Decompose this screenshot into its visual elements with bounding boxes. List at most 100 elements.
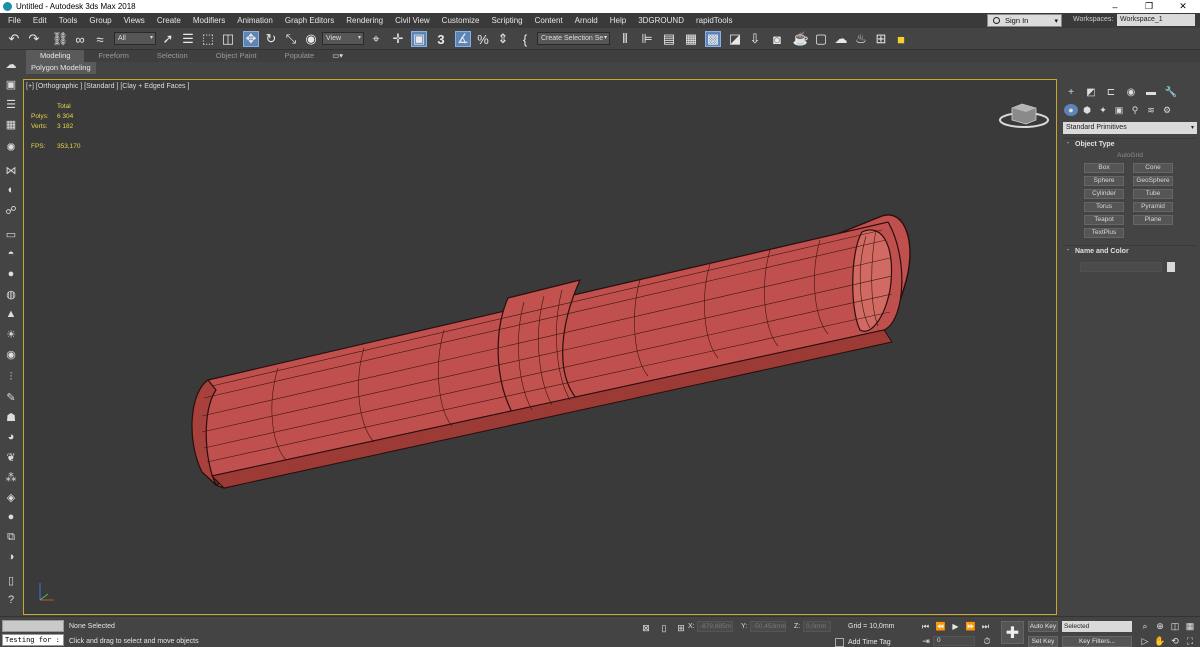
light-bulb-icon[interactable]: ✺	[3, 140, 19, 154]
menu-3dground[interactable]: 3DGROUND	[632, 16, 690, 25]
select-and-scale-icon[interactable]: ⤡	[283, 31, 299, 47]
next-frame-icon[interactable]: ⏩	[965, 621, 976, 632]
select-object-icon[interactable]: ➚	[160, 31, 176, 47]
scene-explorer-icon[interactable]: ▤	[661, 31, 677, 47]
geometry-icon[interactable]: ●	[1064, 104, 1078, 116]
texture-icon[interactable]: ◈	[3, 490, 19, 504]
key-filters-button[interactable]: Key Filters...	[1062, 636, 1132, 647]
menu-edit[interactable]: Edit	[27, 16, 53, 25]
y-coordinate-field[interactable]: -50,453mm	[750, 621, 786, 632]
textplus-button[interactable]: TextPlus	[1084, 228, 1124, 238]
box-button[interactable]: Box	[1084, 163, 1124, 173]
toggle-ribbon-icon[interactable]: ▩	[705, 31, 721, 47]
window-crossing-icon[interactable]: ◫	[220, 31, 236, 47]
minimize-button[interactable]: –	[1098, 0, 1132, 13]
menu-views[interactable]: Views	[118, 16, 151, 25]
people-icon[interactable]: ☍	[3, 203, 19, 217]
help-icon[interactable]: ?	[3, 593, 19, 607]
percent-snap-icon[interactable]: %	[475, 31, 491, 47]
time-tag-icon[interactable]	[835, 638, 844, 647]
set-key-button[interactable]: Set Key	[1028, 636, 1058, 647]
a360-gallery-icon[interactable]: ■	[893, 31, 909, 47]
zoom-extents-icon[interactable]: ◫	[1169, 620, 1181, 632]
zoom-all-icon[interactable]: ⊕	[1154, 620, 1166, 632]
reference-coordinate-dropdown[interactable]: View ▾	[322, 32, 364, 45]
proxy-icon[interactable]: ✎	[3, 390, 19, 404]
bind-space-warp-icon[interactable]: ≈	[92, 31, 108, 47]
plant-icon[interactable]: ❦	[3, 450, 19, 464]
ies-light-icon[interactable]: ◉	[3, 347, 19, 361]
material-sphere-icon[interactable]: ◑	[3, 550, 19, 564]
tube-model[interactable]	[191, 214, 911, 489]
maximize-button[interactable]: ❐	[1132, 0, 1166, 13]
object-name-field[interactable]	[1080, 262, 1162, 272]
layers-icon[interactable]: ⧉	[3, 530, 19, 544]
list-icon[interactable]: ☰	[3, 97, 19, 111]
menu-graph-editors[interactable]: Graph Editors	[279, 16, 340, 25]
play-icon[interactable]: ▶	[950, 621, 961, 632]
material-yellow-icon[interactable]: ▭	[3, 227, 19, 241]
selection-lock-icon[interactable]: ▯	[658, 622, 670, 634]
menu-file[interactable]: File	[0, 16, 27, 25]
pyramid-button[interactable]: Pyramid	[1133, 202, 1173, 212]
viewport-label[interactable]: [+] [Orthographic ] [Standard ] [Clay + …	[26, 83, 189, 90]
absolute-mode-icon[interactable]: ⊞	[675, 622, 687, 634]
set-keys-icon[interactable]: ✚	[1001, 621, 1024, 644]
modify-tab-icon[interactable]: ◩	[1084, 85, 1098, 99]
tab-modeling[interactable]: Modeling	[26, 50, 85, 62]
ribbon-options-icon[interactable]: ▭▾	[328, 50, 347, 62]
shapes-icon[interactable]: ⬢	[1080, 104, 1094, 116]
cameras-icon[interactable]: ▣	[1112, 104, 1126, 116]
zoom-icon[interactable]: ⌕	[1139, 620, 1151, 632]
cylinder-button[interactable]: Cylinder	[1084, 189, 1124, 199]
utilities-tab-icon[interactable]: 🔧	[1164, 85, 1178, 99]
isolate-selection-icon[interactable]: ⊠	[640, 622, 652, 634]
area-light-icon[interactable]: ◍	[3, 287, 19, 301]
primitive-category-select[interactable]: Standard Primitives ▾	[1063, 122, 1197, 134]
menu-modifiers[interactable]: Modifiers	[187, 16, 231, 25]
mirror-icon[interactable]: ⫴	[617, 31, 633, 47]
spinner-snap-icon[interactable]: ⇕	[495, 31, 511, 47]
tab-selection[interactable]: Selection	[143, 50, 202, 62]
scatter-icon[interactable]: ⁂	[3, 470, 19, 484]
space-warps-icon[interactable]: ≋	[1144, 104, 1158, 116]
render-iterative-icon[interactable]: ♨	[853, 31, 869, 47]
undo-icon[interactable]: ↶	[6, 31, 22, 47]
menu-tools[interactable]: Tools	[53, 16, 84, 25]
sun-icon[interactable]: ☀	[3, 327, 19, 341]
menu-create[interactable]: Create	[151, 16, 187, 25]
menu-rendering[interactable]: Rendering	[340, 16, 389, 25]
zoom-extents-all-icon[interactable]: ▦	[1184, 620, 1196, 632]
maxscript-listener-input[interactable]: Testing for :	[2, 634, 64, 646]
scene-canvas[interactable]	[24, 80, 1057, 615]
place-object-icon[interactable]: ◉	[303, 31, 319, 47]
menu-scripting[interactable]: Scripting	[485, 16, 528, 25]
curve-editor-icon[interactable]: ◪	[727, 31, 743, 47]
bottle-icon[interactable]: ▯	[3, 573, 19, 587]
align-icon[interactable]: ⊫	[639, 31, 655, 47]
window-icon[interactable]: ▣	[3, 77, 19, 91]
tab-freeform[interactable]: Freeform	[84, 50, 142, 62]
hierarchy-tab-icon[interactable]: ⊏	[1104, 85, 1118, 99]
select-by-name-icon[interactable]: ☰	[180, 31, 196, 47]
menu-help[interactable]: Help	[604, 16, 632, 25]
rollout-object-type[interactable]: Object Type	[1063, 138, 1197, 150]
systems-icon[interactable]: ⚙	[1160, 104, 1174, 116]
field-of-view-icon[interactable]: ▷	[1139, 635, 1151, 647]
maxscript-listener-output[interactable]	[2, 620, 64, 632]
display-tab-icon[interactable]: ▬	[1144, 85, 1158, 99]
keyboard-shortcut-override-icon[interactable]: ▣	[411, 31, 427, 47]
geosphere-button[interactable]: GeoSphere	[1133, 176, 1173, 186]
menu-group[interactable]: Group	[83, 16, 117, 25]
fur-icon[interactable]: ⫶	[3, 370, 19, 384]
sphere-button[interactable]: Sphere	[1084, 176, 1124, 186]
link-icon[interactable]: ⛓	[52, 31, 69, 47]
go-to-start-icon[interactable]: ⏮	[920, 621, 931, 632]
angle-snap-icon[interactable]: ∡	[455, 31, 471, 47]
spot-light-icon[interactable]: ▲	[3, 307, 19, 321]
previous-frame-icon[interactable]: ⏪	[935, 621, 946, 632]
key-mode-select[interactable]: Selected	[1062, 621, 1132, 632]
viewport-orthographic[interactable]: [+] [Orthographic ] [Standard ] [Clay + …	[23, 79, 1057, 615]
key-mode-icon[interactable]: ⇥	[920, 635, 932, 647]
z-coordinate-field[interactable]: 0,0mm	[803, 621, 831, 632]
